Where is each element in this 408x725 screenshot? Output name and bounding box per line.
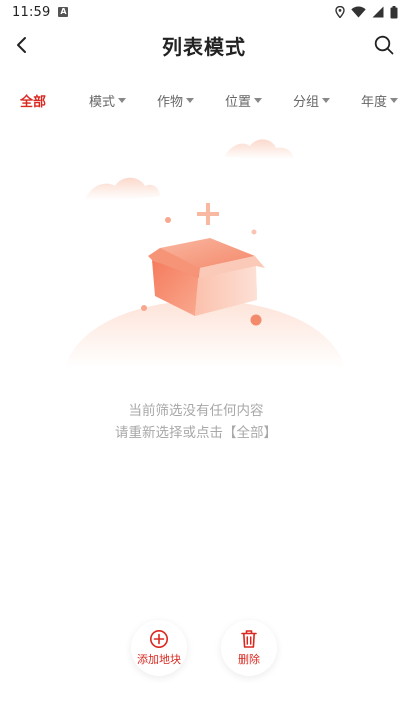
filter-label: 全部	[20, 94, 47, 110]
search-button[interactable]	[372, 33, 396, 57]
empty-message-line1: 当前筛选没有任何内容	[128, 403, 264, 419]
filter-label: 位置	[225, 94, 252, 110]
header: 列表模式	[0, 24, 408, 66]
filter-location[interactable]: 位置	[225, 88, 263, 112]
filter-crop[interactable]: 作物	[157, 88, 195, 112]
filter-label: 作物	[157, 94, 184, 110]
status-bar: 11:59 A	[0, 0, 408, 24]
add-plot-button[interactable]: 添加地块	[131, 620, 187, 676]
empty-box-icon	[65, 139, 345, 368]
page-title: 列表模式	[162, 34, 246, 59]
status-icons	[335, 5, 398, 19]
delete-label: 删除	[238, 653, 260, 666]
caret-down-icon	[322, 98, 331, 103]
empty-message: 当前筛选没有任何内容 请重新选择或点击【全部】	[0, 400, 408, 444]
caret-down-icon	[254, 98, 263, 103]
notification-icon: A	[58, 7, 69, 17]
filter-bar: 全部 模式 作物 位置 分组 年度	[0, 88, 408, 112]
delete-button[interactable]: 删除	[221, 620, 277, 676]
search-icon	[374, 35, 394, 55]
signal-icon	[372, 6, 384, 18]
add-plot-label: 添加地块	[137, 653, 181, 666]
caret-down-icon	[390, 98, 399, 103]
filter-label: 分组	[293, 94, 320, 110]
filter-label: 模式	[89, 94, 116, 110]
battery-icon	[390, 5, 398, 18]
back-button[interactable]	[10, 33, 34, 57]
filter-label: 年度	[361, 94, 388, 110]
status-time: 11:59	[12, 4, 51, 20]
caret-down-icon	[186, 98, 195, 103]
trash-icon	[241, 630, 257, 648]
empty-message-line2: 请重新选择或点击【全部】	[115, 425, 277, 441]
location-icon	[335, 6, 345, 18]
chevron-left-icon	[17, 37, 26, 53]
status-left: 11:59 A	[12, 4, 69, 20]
filter-year[interactable]: 年度	[361, 88, 399, 112]
wifi-icon	[351, 6, 366, 18]
filter-mode[interactable]: 模式	[89, 88, 127, 112]
caret-down-icon	[118, 98, 127, 103]
filter-all[interactable]: 全部	[20, 88, 46, 112]
plus-circle-icon	[150, 630, 168, 648]
filter-group[interactable]: 分组	[293, 88, 331, 112]
